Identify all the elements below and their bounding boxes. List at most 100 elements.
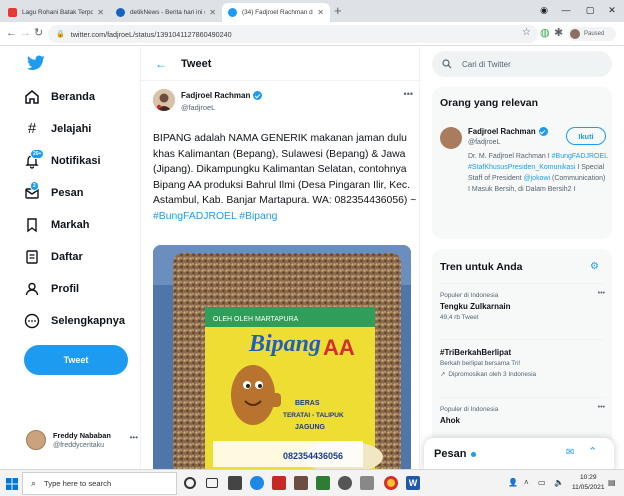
hashtag-link[interactable]: #BungFADJROEL — [153, 211, 236, 222]
close-icon[interactable]: ✕ — [97, 8, 104, 17]
nav-item-profil[interactable]: Profil — [24, 281, 79, 297]
nav-label: Pesan — [51, 187, 84, 199]
search-placeholder: Cari di Twitter — [462, 59, 511, 69]
trend-item[interactable]: Populer di Indonesia Ahok ••• — [440, 397, 605, 425]
browser-tab-active[interactable]: (34) Fadjroel Rachman di Twitter ✕ — [222, 3, 330, 22]
account-name: Freddy Nababan — [53, 431, 111, 440]
follow-button[interactable]: Ikuti — [566, 127, 606, 145]
twitter-page: Beranda # Jelajahi 20+ Notifikasi 2 Pesa… — [0, 47, 624, 469]
trend-name: #TriBerkahBerlipat — [440, 348, 512, 357]
package-line: BERAS — [295, 400, 320, 407]
promoted-label: ↗ Dipromosikan oleh 3 Indonesia — [440, 370, 605, 379]
nav-label: Jelajahi — [51, 123, 92, 135]
new-message-icon[interactable]: ✉ — [566, 447, 574, 458]
cortana-icon[interactable] — [184, 477, 196, 489]
nav-item-jelajahi[interactable]: # Jelajahi — [24, 121, 92, 137]
avatar[interactable] — [440, 127, 462, 149]
bookmark-star-icon[interactable]: ☆ — [522, 26, 531, 40]
taskbar-clock[interactable]: 10:29 11/05/2021 — [572, 473, 605, 493]
trend-name: Tengku Zulkarnain — [440, 302, 511, 311]
tweet-image[interactable]: OLEH OLEH MARTAPURA Bipang AA BERAS TERA… — [153, 245, 411, 469]
nav-item-pesan[interactable]: 2 Pesan — [24, 181, 84, 201]
more-icon[interactable]: ••• — [598, 290, 605, 297]
windows-start-icon[interactable] — [6, 478, 18, 490]
browser-tab[interactable]: Lagu Rohani Batak Terpopuler sa ✕ — [2, 3, 110, 22]
expand-icon[interactable]: ⌃ — [588, 445, 597, 458]
profile-dropdown-icon[interactable]: ◉ — [534, 2, 554, 18]
app-icon[interactable] — [360, 476, 374, 490]
back-arrow-icon[interactable]: ← — [155, 57, 171, 71]
people-icon[interactable]: 👤 — [508, 478, 518, 487]
person-icon — [24, 281, 40, 297]
reload-icon[interactable]: ↻ — [34, 26, 43, 40]
bio-hashtag[interactable]: #BungFADJROEL — [552, 153, 608, 160]
nav-item-daftar[interactable]: Daftar — [24, 249, 83, 265]
network-icon[interactable]: ▭ — [538, 478, 546, 487]
search-input[interactable]: Cari di Twitter — [432, 51, 612, 77]
trend-item[interactable]: #TriBerkahBerlipat Berkah berlipat bersa… — [440, 339, 605, 378]
nav-item-markah[interactable]: Markah — [24, 217, 90, 233]
account-switcher[interactable]: Freddy Nababan @freddyceritaku ••• — [26, 425, 138, 455]
more-icon[interactable]: ••• — [598, 404, 605, 411]
author-name[interactable]: Fadjroel Rachman — [181, 91, 263, 100]
home-icon — [24, 89, 40, 105]
trend-item[interactable]: Populer di Indonesia Tengku Zulkarnain 4… — [440, 283, 605, 321]
gear-icon[interactable]: ⚙ — [590, 261, 599, 272]
forward-icon[interactable]: → — [20, 26, 31, 40]
store-icon[interactable] — [228, 476, 242, 490]
verified-badge-icon — [538, 127, 548, 136]
back-icon[interactable]: ← — [6, 26, 17, 40]
compose-tweet-button[interactable]: Tweet — [24, 345, 128, 375]
tweet-author: Fadjroel Rachman @fadjroeL ••• — [153, 89, 415, 119]
more-options-icon[interactable]: ••• — [404, 89, 413, 99]
twitter-logo-icon[interactable] — [27, 55, 45, 71]
author-handle[interactable]: @fadjroeL — [181, 103, 215, 112]
task-view-icon[interactable] — [206, 478, 218, 488]
promoted-text: Dipromosikan oleh 3 Indonesia — [448, 370, 537, 378]
bio-hashtag[interactable]: #StafKhususPresiden_Komunikasi — [468, 164, 575, 171]
edge-icon[interactable] — [250, 476, 264, 490]
maximize-icon[interactable]: ▢ — [580, 2, 600, 18]
nav-item-selengkapnya[interactable]: Selengkapnya — [24, 313, 125, 329]
bio-mention[interactable]: @jokowi — [524, 175, 551, 182]
more-icon[interactable]: ••• — [130, 433, 138, 442]
relevant-handle[interactable]: @fadjroeL — [468, 139, 500, 146]
notifications-icon[interactable]: ▤ — [608, 478, 616, 487]
section-heading: Orang yang relevan — [440, 97, 539, 109]
minimize-icon[interactable]: — — [556, 2, 576, 18]
puzzle-icon[interactable]: ✱ — [554, 26, 563, 40]
app-icon[interactable] — [316, 476, 330, 490]
taskbar-search[interactable]: ⌕ Type here to search — [22, 472, 177, 495]
taskbar-search-text: Type here to search — [44, 479, 112, 488]
close-icon[interactable]: ✕ — [209, 8, 216, 17]
search-icon: ⌕ — [31, 478, 37, 488]
browser-tab[interactable]: detikNews - Berita hari ini di Indo ✕ — [110, 3, 222, 22]
right-sidebar: Cari di Twitter Orang yang relevan Fadjr… — [420, 47, 624, 469]
chrome-icon[interactable] — [384, 476, 398, 490]
word-icon[interactable]: W — [406, 476, 420, 490]
address-bar[interactable]: 🔒 twitter.com/fadjroeL/status/1391041127… — [48, 25, 538, 43]
app-icon[interactable] — [338, 476, 352, 490]
relevant-bio: Dr. M. Fadjroel Rachman I #BungFADJROEL … — [468, 151, 608, 195]
bookmark-icon — [24, 217, 40, 233]
profile-button[interactable]: Paused — [568, 27, 616, 41]
author-avatar[interactable] — [153, 89, 175, 111]
new-tab-button[interactable]: + — [334, 3, 342, 19]
tray-chevron-icon[interactable]: ˄ — [524, 478, 529, 487]
messages-dock[interactable]: Pesan ✉ ⌃ — [424, 438, 614, 469]
hashtag-link[interactable]: #Bipang — [239, 211, 277, 222]
nav-item-notifikasi[interactable]: 20+ Notifikasi — [24, 149, 101, 169]
extension-icon[interactable]: ◍ — [540, 26, 550, 40]
nav-item-beranda[interactable]: Beranda — [24, 89, 95, 105]
left-navigation: Beranda # Jelajahi 20+ Notifikasi 2 Pesa… — [0, 47, 140, 469]
window-close-icon[interactable]: ✕ — [602, 2, 622, 18]
trend-context: Populer di Indonesia — [440, 292, 499, 299]
section-heading: Tren untuk Anda — [440, 261, 523, 273]
close-icon[interactable]: ✕ — [317, 8, 324, 17]
relevant-name[interactable]: Fadjroel Rachman — [468, 127, 548, 136]
avatar — [570, 29, 580, 39]
profile-status: Paused — [584, 31, 605, 37]
app-icon[interactable] — [294, 476, 308, 490]
volume-icon[interactable]: 🔈 — [554, 478, 564, 487]
app-icon[interactable] — [272, 476, 286, 490]
